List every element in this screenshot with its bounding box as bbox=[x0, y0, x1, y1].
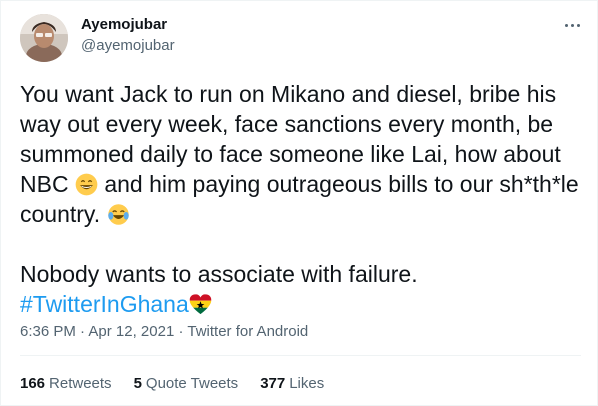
hashtag-link[interactable]: #TwitterInGhana bbox=[20, 291, 189, 317]
grinning-face-emoji-icon bbox=[75, 173, 98, 196]
likes-stat[interactable]: 377 Likes bbox=[260, 375, 324, 392]
tweet-date[interactable]: Apr 12, 2021 bbox=[88, 323, 174, 340]
tweet-text-part-3: Nobody wants to associate with failure. bbox=[20, 261, 418, 287]
retweets-stat[interactable]: 166 Retweets bbox=[20, 375, 112, 392]
dot bbox=[564, 23, 568, 27]
ghana-flag-heart-emoji-icon bbox=[189, 294, 212, 315]
avatar[interactable] bbox=[20, 14, 68, 62]
retweets-label: Retweets bbox=[49, 375, 112, 392]
author-display-name[interactable]: Ayemojubar bbox=[81, 16, 167, 33]
meta-separator: · bbox=[178, 323, 184, 340]
retweets-count: 166 bbox=[20, 375, 46, 392]
meta-separator: · bbox=[80, 323, 86, 340]
author-handle[interactable]: @ayemojubar bbox=[81, 37, 175, 54]
quote-tweets-stat[interactable]: 5 Quote Tweets bbox=[134, 375, 239, 392]
tweet-meta: 6:36 PM · Apr 12, 2021 · Twitter for And… bbox=[20, 323, 308, 340]
quote-tweets-count: 5 bbox=[133, 375, 142, 392]
likes-label: Likes bbox=[289, 375, 325, 392]
tweet-text: You want Jack to run on Mikano and diese… bbox=[20, 79, 580, 319]
tweet-paragraph-2: Nobody wants to associate with failure. … bbox=[20, 259, 580, 319]
quote-tweets-label: Quote Tweets bbox=[145, 375, 239, 392]
tweet-paragraph-1: You want Jack to run on Mikano and diese… bbox=[20, 79, 580, 229]
more-options-icon[interactable] bbox=[561, 15, 583, 35]
divider bbox=[20, 355, 581, 356]
dot bbox=[576, 23, 580, 27]
face-with-tears-of-joy-emoji-icon bbox=[107, 204, 129, 225]
tweet-stats: 166 Retweets 5 Quote Tweets 377 Likes bbox=[20, 375, 324, 392]
tweet-time[interactable]: 6:36 PM bbox=[20, 323, 76, 340]
tweet-card: Ayemojubar @ayemojubar You want Jack to … bbox=[0, 0, 598, 406]
tweet-source[interactable]: Twitter for Android bbox=[187, 323, 308, 340]
dot bbox=[570, 23, 574, 27]
tweet-text-part-2: and him paying outrageous bills to our s… bbox=[20, 171, 579, 227]
likes-count: 377 bbox=[260, 375, 286, 392]
